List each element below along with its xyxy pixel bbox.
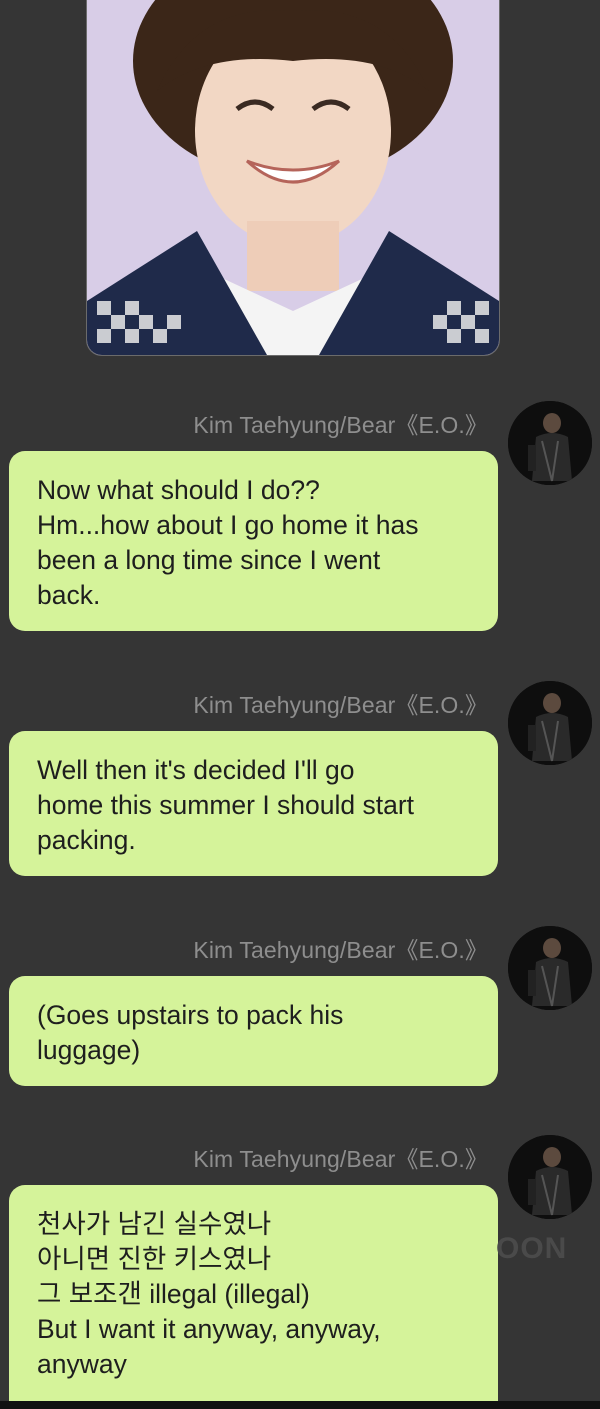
- avatar[interactable]: [508, 1135, 592, 1219]
- avatar-icon: [508, 681, 592, 765]
- avatar[interactable]: [508, 401, 592, 485]
- message-line: back.: [37, 580, 101, 610]
- message-bubble[interactable]: (Goes upstairs to pack his luggage): [9, 976, 498, 1086]
- portrait-photo-icon: [87, 0, 499, 355]
- message-line: Well then it's decided I'll go: [37, 755, 355, 785]
- message-line: home this summer I should start: [37, 790, 415, 820]
- message-line: packing.: [37, 825, 136, 855]
- watermark: OON: [496, 1232, 568, 1265]
- message-line: 천사가 남긴 실수였나: [37, 1209, 272, 1239]
- message-line: Now what should I do??: [37, 475, 320, 505]
- message-bubble[interactable]: Well then it's decided I'll go home this…: [9, 731, 498, 876]
- shared-photo[interactable]: [86, 0, 500, 356]
- message-line: anyway: [37, 1349, 127, 1379]
- message-line: (Goes upstairs to pack his: [37, 1000, 344, 1030]
- avatar-icon: [508, 1135, 592, 1219]
- sender-name[interactable]: Kim Taehyung/Bear《E.O.》: [193, 406, 488, 440]
- message-line: But I want it anyway, anyway,: [37, 1314, 381, 1344]
- message-line: 아니면 진한 키스였나: [37, 1244, 272, 1274]
- message-line: 그 보조갠 illegal (illegal): [37, 1279, 310, 1309]
- sender-name[interactable]: Kim Taehyung/Bear《E.O.》: [193, 931, 488, 965]
- message-bubble[interactable]: 천사가 남긴 실수였나 아니면 진한 키스였나 그 보조갠 illegal (i…: [9, 1185, 498, 1401]
- message-line: Hm...how about I go home it has: [37, 510, 419, 540]
- message-bubble[interactable]: Now what should I do?? Hm...how about I …: [9, 451, 498, 631]
- sender-name[interactable]: Kim Taehyung/Bear《E.O.》: [193, 686, 488, 720]
- bottom-edge: [0, 1401, 600, 1409]
- avatar-icon: [508, 401, 592, 485]
- message-line: been a long time since I went: [37, 545, 381, 575]
- message-line: luggage): [37, 1035, 141, 1065]
- avatar-icon: [508, 926, 592, 1010]
- avatar[interactable]: [508, 926, 592, 1010]
- sender-name[interactable]: Kim Taehyung/Bear《E.O.》: [193, 1140, 488, 1174]
- avatar[interactable]: [508, 681, 592, 765]
